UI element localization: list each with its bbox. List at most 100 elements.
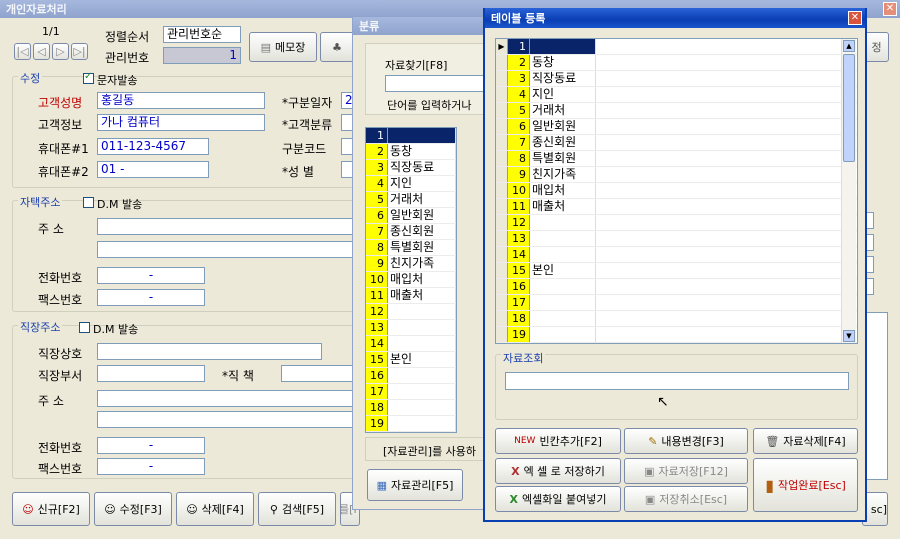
paste-excel-button[interactable]: X 엑셀화일 붙여넣기	[495, 486, 621, 512]
home-fax-field[interactable]: -	[97, 289, 205, 306]
table-row-value[interactable]	[530, 247, 596, 262]
table-row-value[interactable]: 거래처	[530, 103, 596, 118]
table-row[interactable]: 8 특별회원	[496, 151, 857, 167]
category-row[interactable]: 2 동창	[366, 144, 456, 160]
category-row-value[interactable]	[388, 384, 456, 399]
right-edge-button[interactable]: 정	[864, 32, 889, 62]
category-row[interactable]: 6 일반회원	[366, 208, 456, 224]
edit-button[interactable]: ☺ 수정[F3]	[94, 492, 172, 526]
table-row-value[interactable]: 친지가족	[530, 167, 596, 182]
table-row-value[interactable]: 일반회원	[530, 119, 596, 134]
category-row[interactable]: 4 지인	[366, 176, 456, 192]
category-row[interactable]: 17	[366, 384, 456, 400]
work-fax-field[interactable]: -	[97, 458, 205, 475]
category-row[interactable]: 5 거래처	[366, 192, 456, 208]
delete-button[interactable]: ☺ 삭제[F4]	[176, 492, 254, 526]
table-row[interactable]: 5 거래처	[496, 103, 857, 119]
category-row[interactable]: 8 특별회원	[366, 240, 456, 256]
category-row[interactable]: 13	[366, 320, 456, 336]
table-row-value[interactable]	[530, 231, 596, 246]
table-row[interactable]: 2 동창	[496, 55, 857, 71]
table-row[interactable]: 19	[496, 327, 857, 343]
table-row-value[interactable]: 종신회원	[530, 135, 596, 150]
table-row-value[interactable]: 직장동료	[530, 71, 596, 86]
category-row-value[interactable]: 매출처	[388, 288, 456, 303]
table-row[interactable]: 12	[496, 215, 857, 231]
work-addr1-field[interactable]	[97, 390, 355, 407]
category-row-value[interactable]	[388, 416, 456, 431]
table-row[interactable]: 9 친지가족	[496, 167, 857, 183]
done-button[interactable]: ▮ 작업완료[Esc]	[753, 458, 858, 512]
table-row[interactable]: 4 지인	[496, 87, 857, 103]
category-row-value[interactable]: 종신회원	[388, 224, 456, 239]
phone1-field[interactable]: 011-123-4567	[97, 138, 209, 155]
scroll-down-icon[interactable]: ▼	[843, 330, 855, 342]
data-manage-button[interactable]: ▦ 자료관리[F5]	[367, 469, 463, 501]
table-row[interactable]: 18	[496, 311, 857, 327]
table-row-value[interactable]: 동창	[530, 55, 596, 70]
category-row-value[interactable]: 친지가족	[388, 256, 456, 271]
new-button[interactable]: ☺ 신규[F2]	[12, 492, 90, 526]
search-button[interactable]: ⚲ 검색[F5]	[258, 492, 336, 526]
category-row[interactable]: 12	[366, 304, 456, 320]
category-row-value[interactable]: 동창	[388, 144, 456, 159]
table-row[interactable]: 15 본인	[496, 263, 857, 279]
nav-first-button[interactable]: |◁	[14, 43, 31, 60]
category-row-value[interactable]: 일반회원	[388, 208, 456, 223]
table-row[interactable]: 14	[496, 247, 857, 263]
main-close-button[interactable]: ✕	[883, 2, 897, 16]
sort-select[interactable]: 관리번호순	[163, 26, 241, 43]
memo-button[interactable]: ▤ 메모장	[249, 32, 317, 62]
category-row[interactable]: 1	[366, 128, 456, 144]
category-row-value[interactable]	[388, 336, 456, 351]
home-dm-checkbox[interactable]	[83, 197, 94, 208]
scroll-thumb[interactable]	[843, 54, 855, 162]
category-row-value[interactable]	[388, 304, 456, 319]
table-row-value[interactable]	[530, 327, 596, 342]
category-row-value[interactable]: 본인	[388, 352, 456, 367]
category-row-value[interactable]: 지인	[388, 176, 456, 191]
category-row-value[interactable]	[388, 368, 456, 383]
table-row[interactable]: 10 매입처	[496, 183, 857, 199]
table-row[interactable]: ▶ 1	[496, 39, 857, 55]
nav-next-button[interactable]: ▷	[52, 43, 69, 60]
work-tel-field[interactable]: -	[97, 437, 205, 454]
add-blank-button[interactable]: NEW 빈칸추가[F2]	[495, 428, 621, 454]
table-grid[interactable]: ▶ 1 2 동창 3 직장동료 4 지인 5 거래처 6 일반회원 7 종신회원 8 특별회원 9 친지가족 10 매…	[495, 38, 858, 344]
table-grid-scrollbar[interactable]: ▲ ▼	[841, 39, 856, 343]
home-tel-field[interactable]: -	[97, 267, 205, 284]
tool-button[interactable]: ♣	[320, 32, 354, 62]
work-addr2-field[interactable]	[97, 411, 355, 428]
table-row-value[interactable]: 본인	[530, 263, 596, 278]
category-row[interactable]: 9 친지가족	[366, 256, 456, 272]
table-row-value[interactable]: 매입처	[530, 183, 596, 198]
nav-last-button[interactable]: ▷|	[71, 43, 88, 60]
table-row[interactable]: 11 매출처	[496, 199, 857, 215]
category-row-value[interactable]: 거래처	[388, 192, 456, 207]
work-dm-checkbox[interactable]	[79, 322, 90, 333]
home-addr1-field[interactable]	[97, 218, 355, 235]
category-row[interactable]: 15 본인	[366, 352, 456, 368]
category-row-value[interactable]	[388, 128, 456, 143]
lookup-input[interactable]	[505, 372, 849, 390]
phone2-field[interactable]: 01 -	[97, 161, 209, 178]
name-field[interactable]: 홍길동	[97, 92, 265, 109]
table-row[interactable]: 6 일반회원	[496, 119, 857, 135]
category-search-input[interactable]	[385, 75, 495, 92]
table-row-value[interactable]: 특별회원	[530, 151, 596, 166]
info-field[interactable]: 가나 컴퓨터	[97, 114, 265, 131]
category-row-value[interactable]: 특별회원	[388, 240, 456, 255]
table-row-value[interactable]	[530, 215, 596, 230]
category-row-value[interactable]	[388, 320, 456, 335]
category-row[interactable]: 16	[366, 368, 456, 384]
delete-data-button[interactable]: 🗑 자료삭제[F4]	[753, 428, 858, 454]
category-grid[interactable]: 1 2 동창 3 직장동료 4 지인 5 거래처 6 일반회원 7 종신회원 8 특별회원 9 친지가족 10 매입…	[365, 127, 457, 433]
category-row[interactable]: 18	[366, 400, 456, 416]
table-row-value[interactable]	[530, 279, 596, 294]
mgmt-number-field[interactable]: 1	[163, 47, 241, 64]
table-row-value[interactable]: 지인	[530, 87, 596, 102]
category-row[interactable]: 10 매입처	[366, 272, 456, 288]
table-row[interactable]: 13	[496, 231, 857, 247]
category-row[interactable]: 11 매출처	[366, 288, 456, 304]
position-field[interactable]	[281, 365, 355, 382]
